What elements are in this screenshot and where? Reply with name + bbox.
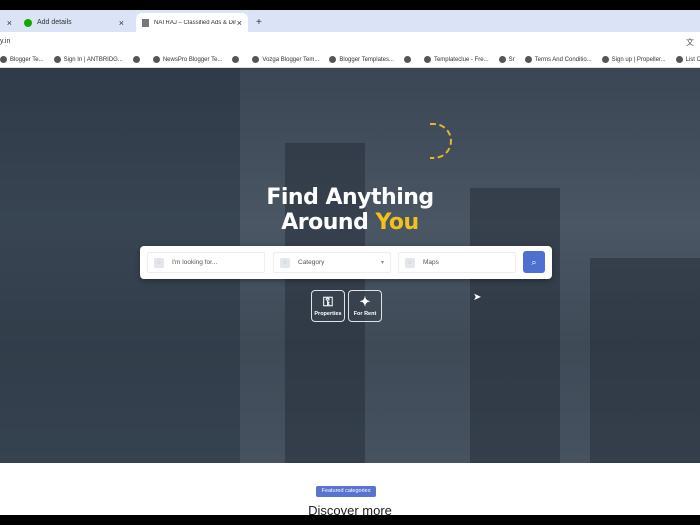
bookmark-icon [252, 56, 260, 63]
bookmark-icon [0, 56, 7, 63]
bookmark-item[interactable]: Terms And Conditio... [524, 56, 592, 63]
bookmark-icon [53, 56, 61, 63]
bookmark-icon [675, 56, 683, 63]
search-button[interactable]: ⌕ [523, 251, 545, 273]
keys-icon: ⚿ [323, 294, 333, 309]
close-icon[interactable]: × [237, 18, 242, 28]
featured-section: Featured categories Discover more [0, 463, 700, 515]
dashed-arrow-icon [430, 123, 452, 159]
section-heading: Discover more [308, 503, 392, 515]
location-input[interactable]: ◌ Maps [398, 252, 516, 273]
address-bar[interactable]: y.in 文 [0, 32, 700, 52]
bookmark-icon [152, 56, 160, 63]
bookmark-item[interactable] [232, 56, 242, 63]
tab-strip: × Add details × NATRAJ – Classified Ads … [0, 10, 700, 32]
bookmark-item[interactable]: List Of Acts Yearwis... [675, 56, 700, 63]
keyword-input[interactable]: ◌ I'm looking for... [147, 252, 265, 273]
bookmark-item[interactable]: Blogger Templates... [329, 56, 394, 63]
tab-natraj[interactable]: NATRAJ – Classified Ads & Dir × [136, 13, 248, 32]
hero-section: Find Anything Around You ◌ I'm looking fo… [0, 68, 700, 463]
close-icon[interactable]: × [119, 18, 124, 28]
bookmark-item[interactable]: Sr [498, 56, 515, 63]
bookmark-icon [132, 56, 140, 63]
bookmark-icon [232, 56, 240, 63]
featured-badge: Featured categories [316, 486, 376, 497]
category-for-rent[interactable]: ✦ For Rent [348, 290, 382, 322]
category-properties[interactable]: ⚿ Properties [311, 290, 345, 322]
search-bar: ◌ I'm looking for... ◌ Category ▾ ◌ Maps ⌕ [140, 246, 552, 279]
bookmark-item[interactable]: NewsPro Blogger Te... [152, 56, 222, 63]
translate-icon[interactable]: 文 [686, 37, 694, 48]
category-select[interactable]: ◌ Category ▾ [273, 252, 391, 273]
bookmark-item[interactable] [132, 56, 143, 63]
hero-title-line2: Around You [281, 210, 419, 235]
bookmark-item[interactable] [403, 56, 414, 63]
rent-icon: ✦ [359, 294, 371, 309]
bookmark-icon [524, 56, 532, 63]
bookmark-icon [329, 56, 337, 63]
bookmark-item[interactable]: Templateclue - Fre... [423, 56, 489, 63]
tab-close-prev[interactable]: × [0, 13, 14, 32]
bookmark-item[interactable]: Sign up | Propeller... [601, 56, 666, 63]
upwork-icon [24, 18, 32, 27]
bookmark-icon [423, 56, 431, 63]
bookmark-item[interactable]: Blogger Te... [0, 56, 44, 63]
url-text[interactable]: y.in [0, 38, 10, 45]
search-icon: ⌕ [531, 257, 537, 267]
bookmarks-bar: Blogger Te... Sign In | ANTBRIDG... NewsPr… [0, 52, 700, 68]
bookmark-icon [403, 56, 411, 63]
page-icon [142, 18, 149, 27]
bookmark-item[interactable]: Sign In | ANTBRIDG... [53, 56, 123, 63]
mouse-cursor-icon: ➤ [473, 292, 482, 303]
chevron-down-icon: ▾ [380, 260, 384, 266]
bookmark-icon [498, 56, 506, 63]
tab-add-details[interactable]: Add details × [18, 13, 130, 32]
keyword-icon: ◌ [154, 257, 164, 268]
bookmark-icon [601, 56, 609, 63]
bookmark-item[interactable]: Vozga Blogger Tem... [252, 56, 319, 63]
category-icon: ◌ [280, 257, 290, 268]
new-tab-button[interactable]: + [250, 13, 268, 32]
location-icon: ◌ [405, 257, 415, 268]
hero-title-line1: Find Anything [266, 185, 434, 210]
